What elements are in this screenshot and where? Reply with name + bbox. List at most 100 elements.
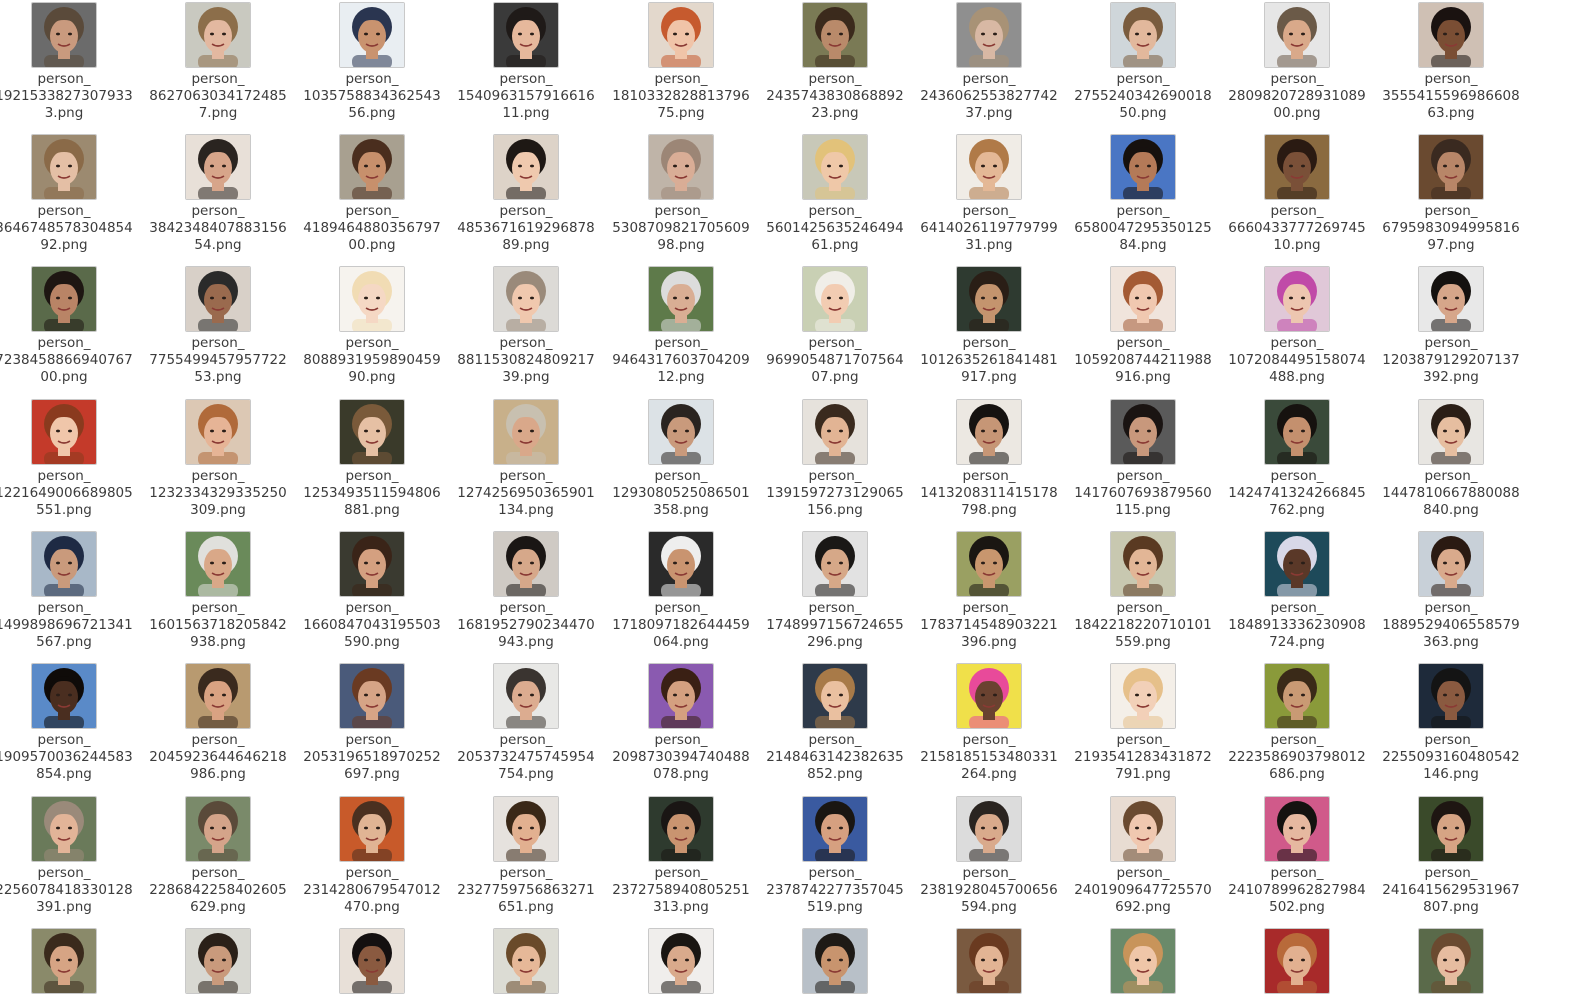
- file-item[interactable]: person_ 1499898696721341 567.png: [0, 529, 139, 654]
- file-item[interactable]: person_ 2372758940805251 313.png: [606, 794, 756, 919]
- file-item[interactable]: person_ 2148463142382635 852.png: [760, 661, 910, 786]
- file-item[interactable]: person_ 2256078418330128 391.png: [0, 794, 139, 919]
- file-item[interactable]: person_ 1889529406558579 363.png: [1376, 529, 1526, 654]
- file-item[interactable]: person_ 2045923644646218 986.png: [143, 661, 293, 786]
- file-item[interactable]: person_ 1391597273129065 156.png: [760, 397, 910, 522]
- file-item[interactable]: person_ 2436062553827742 37.png: [914, 0, 1064, 125]
- image-thumbnail[interactable]: [185, 531, 251, 597]
- image-thumbnail[interactable]: [185, 134, 251, 200]
- file-item[interactable]: person_ 2193541283431872 791.png: [1068, 661, 1218, 786]
- image-thumbnail[interactable]: [802, 928, 868, 994]
- file-item[interactable]: person_ 2158185153480331 264.png: [914, 661, 1064, 786]
- image-thumbnail[interactable]: [31, 399, 97, 465]
- file-item[interactable]: person_ 2098730394740488 078.png: [606, 661, 756, 786]
- file-item[interactable]: person_ 2809820728931089 00.png: [1222, 0, 1372, 125]
- file-item[interactable]: [1222, 926, 1372, 999]
- file-item[interactable]: person_ 1540963157916616 11.png: [451, 0, 601, 125]
- file-item[interactable]: person_ 1810332828813796 75.png: [606, 0, 756, 125]
- image-thumbnail[interactable]: [31, 663, 97, 729]
- file-item[interactable]: person_ 8627063034172485 7.png: [143, 0, 293, 125]
- image-thumbnail[interactable]: [1110, 531, 1176, 597]
- image-thumbnail[interactable]: [185, 796, 251, 862]
- file-item[interactable]: person_ 2755240342690018 50.png: [1068, 0, 1218, 125]
- file-item[interactable]: person_ 2410789962827984 502.png: [1222, 794, 1372, 919]
- image-thumbnail[interactable]: [956, 663, 1022, 729]
- image-thumbnail[interactable]: [956, 2, 1022, 68]
- image-thumbnail[interactable]: [1110, 663, 1176, 729]
- file-item[interactable]: person_ 1921533827307933 3.png: [0, 0, 139, 125]
- image-thumbnail[interactable]: [1110, 134, 1176, 200]
- file-item[interactable]: person_ 1681952790234470 943.png: [451, 529, 601, 654]
- image-thumbnail[interactable]: [1264, 663, 1330, 729]
- file-item[interactable]: person_ 1012635261841481 917.png: [914, 264, 1064, 389]
- file-item[interactable]: person_ 9464317603704209 12.png: [606, 264, 756, 389]
- file-item[interactable]: person_ 3646748578304854 92.png: [0, 132, 139, 257]
- file-item[interactable]: person_ 2435743830868892 23.png: [760, 0, 910, 125]
- file-item[interactable]: [1068, 926, 1218, 999]
- file-item[interactable]: person_ 2381928045700656 594.png: [914, 794, 1064, 919]
- file-item[interactable]: person_ 2223586903798012 686.png: [1222, 661, 1372, 786]
- image-thumbnail[interactable]: [1418, 928, 1484, 994]
- file-item[interactable]: person_ 8811530824809217 39.png: [451, 264, 601, 389]
- image-thumbnail[interactable]: [802, 531, 868, 597]
- file-item[interactable]: person_ 3842348407883156 54.png: [143, 132, 293, 257]
- file-item[interactable]: person_ 1417607693879560 115.png: [1068, 397, 1218, 522]
- image-thumbnail[interactable]: [956, 531, 1022, 597]
- file-item[interactable]: [143, 926, 293, 999]
- image-thumbnail[interactable]: [802, 134, 868, 200]
- file-item[interactable]: person_ 5601425635246494 61.png: [760, 132, 910, 257]
- file-item[interactable]: person_ 1424741324266845 762.png: [1222, 397, 1372, 522]
- image-thumbnail[interactable]: [648, 928, 714, 994]
- file-item[interactable]: person_ 1035758834362543 56.png: [297, 0, 447, 125]
- image-thumbnail[interactable]: [339, 266, 405, 332]
- file-item[interactable]: person_ 6414026119779799 31.png: [914, 132, 1064, 257]
- image-thumbnail[interactable]: [493, 134, 559, 200]
- file-item[interactable]: person_ 1253493511594806 881.png: [297, 397, 447, 522]
- file-item[interactable]: [451, 926, 601, 999]
- image-thumbnail[interactable]: [185, 266, 251, 332]
- image-thumbnail[interactable]: [339, 531, 405, 597]
- file-item[interactable]: person_ 1072084495158074 488.png: [1222, 264, 1372, 389]
- file-item[interactable]: person_ 2327759756863271 651.png: [451, 794, 601, 919]
- file-item[interactable]: [760, 926, 910, 999]
- file-item[interactable]: [297, 926, 447, 999]
- image-thumbnail[interactable]: [956, 266, 1022, 332]
- image-thumbnail[interactable]: [493, 399, 559, 465]
- file-item[interactable]: person_ 6580047295350125 84.png: [1068, 132, 1218, 257]
- image-thumbnail[interactable]: [185, 928, 251, 994]
- image-thumbnail[interactable]: [339, 928, 405, 994]
- file-item[interactable]: person_ 1848913336230908 724.png: [1222, 529, 1372, 654]
- file-item[interactable]: person_ 6660433777269745 10.png: [1222, 132, 1372, 257]
- image-thumbnail[interactable]: [648, 399, 714, 465]
- image-thumbnail[interactable]: [1418, 399, 1484, 465]
- image-thumbnail[interactable]: [493, 663, 559, 729]
- file-item[interactable]: person_ 1447810667880088 840.png: [1376, 397, 1526, 522]
- image-thumbnail[interactable]: [31, 266, 97, 332]
- image-thumbnail[interactable]: [802, 796, 868, 862]
- image-thumbnail[interactable]: [1264, 2, 1330, 68]
- image-thumbnail[interactable]: [802, 266, 868, 332]
- file-item[interactable]: person_ 1274256950365901 134.png: [451, 397, 601, 522]
- file-item[interactable]: person_ 1601563718205842 938.png: [143, 529, 293, 654]
- image-thumbnail[interactable]: [1264, 134, 1330, 200]
- file-item[interactable]: [606, 926, 756, 999]
- image-thumbnail[interactable]: [493, 531, 559, 597]
- file-item[interactable]: person_ 2255093160480542 146.png: [1376, 661, 1526, 786]
- file-item[interactable]: person_ 1413208311415178 798.png: [914, 397, 1064, 522]
- file-item[interactable]: [914, 926, 1064, 999]
- file-item[interactable]: person_ 2378742277357045 519.png: [760, 794, 910, 919]
- image-thumbnail[interactable]: [185, 2, 251, 68]
- image-thumbnail[interactable]: [648, 134, 714, 200]
- image-thumbnail[interactable]: [339, 2, 405, 68]
- file-item[interactable]: person_ 1842218220710101 559.png: [1068, 529, 1218, 654]
- image-thumbnail[interactable]: [1418, 134, 1484, 200]
- image-thumbnail[interactable]: [802, 399, 868, 465]
- file-item[interactable]: person_ 2053732475745954 754.png: [451, 661, 601, 786]
- image-thumbnail[interactable]: [185, 399, 251, 465]
- image-thumbnail[interactable]: [648, 663, 714, 729]
- image-thumbnail[interactable]: [1264, 399, 1330, 465]
- image-thumbnail[interactable]: [648, 531, 714, 597]
- file-item[interactable]: [0, 926, 139, 999]
- file-item[interactable]: person_ 1660847043195503 590.png: [297, 529, 447, 654]
- image-thumbnail[interactable]: [31, 134, 97, 200]
